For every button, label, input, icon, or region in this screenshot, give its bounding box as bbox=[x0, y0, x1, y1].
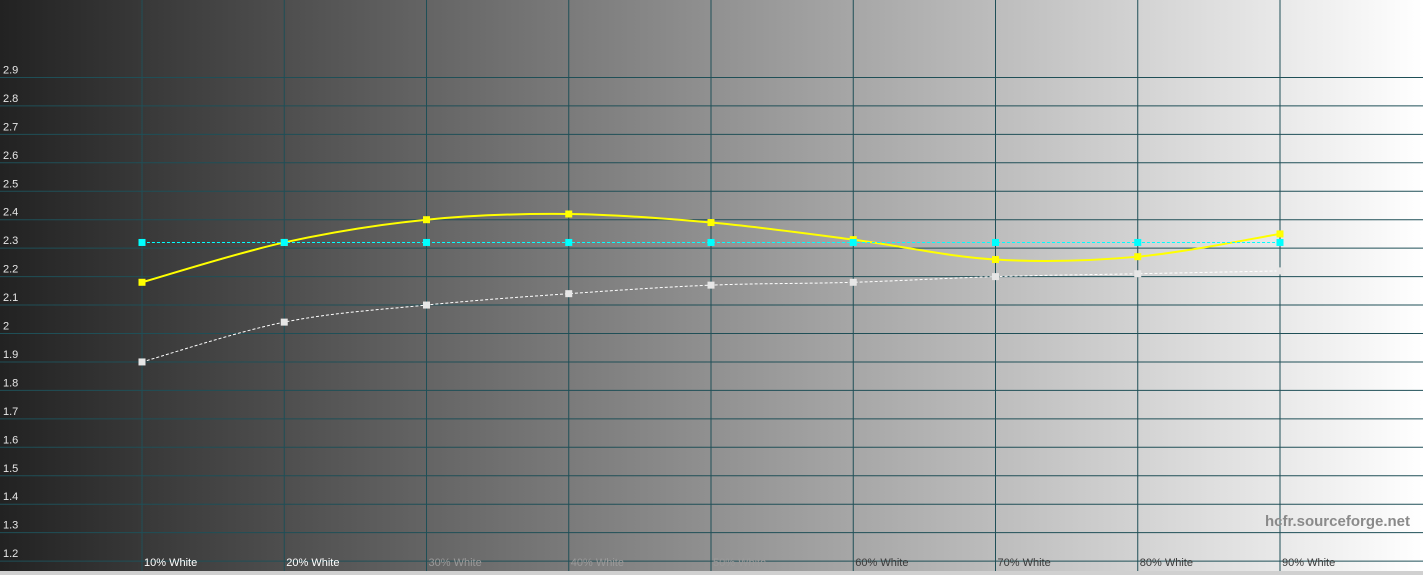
series-point bbox=[138, 238, 146, 246]
y-tick-label: 2.9 bbox=[3, 64, 18, 76]
series-point bbox=[707, 281, 715, 289]
watermark-text: hcfr.sourceforge.net bbox=[1265, 513, 1410, 530]
y-tick-label: 1.3 bbox=[3, 520, 18, 532]
x-tick-label: 10% White bbox=[144, 557, 197, 569]
series-point bbox=[849, 238, 857, 246]
y-tick-label: 1.4 bbox=[3, 491, 18, 503]
y-tick-label: 1.7 bbox=[3, 406, 18, 418]
y-tick-label: 2 bbox=[3, 321, 9, 333]
series-point bbox=[707, 219, 715, 227]
y-tick-label: 1.9 bbox=[3, 349, 18, 361]
series-point bbox=[138, 358, 146, 366]
series-point bbox=[280, 318, 288, 326]
series-point bbox=[849, 278, 857, 286]
y-tick-label: 2.8 bbox=[3, 93, 18, 105]
series-point bbox=[138, 278, 146, 286]
y-tick-label: 1.8 bbox=[3, 377, 18, 389]
x-tick-label: 80% White bbox=[1140, 557, 1193, 569]
x-tick-label: 50% White bbox=[713, 557, 766, 569]
series-point bbox=[1134, 253, 1142, 261]
series-point bbox=[1276, 230, 1284, 238]
series-point bbox=[423, 301, 430, 309]
series-point bbox=[565, 290, 573, 298]
x-tick-label: 20% White bbox=[286, 557, 339, 569]
series-point bbox=[1276, 238, 1284, 246]
series-point bbox=[992, 256, 999, 264]
y-tick-label: 2.4 bbox=[3, 207, 18, 219]
series-point bbox=[565, 238, 573, 246]
x-tick-label: 60% White bbox=[855, 557, 908, 569]
x-tick-label: 30% White bbox=[429, 557, 482, 569]
series-point bbox=[280, 238, 288, 246]
y-tick-label: 2.2 bbox=[3, 264, 18, 276]
x-tick-label: 90% White bbox=[1282, 557, 1335, 569]
y-tick-label: 2.1 bbox=[3, 292, 18, 304]
bottom-bar bbox=[0, 571, 1423, 575]
series-point bbox=[423, 216, 430, 224]
series-point bbox=[1134, 270, 1142, 278]
series-point bbox=[992, 238, 999, 246]
y-tick-label: 2.3 bbox=[3, 235, 18, 247]
y-tick-label: 1.5 bbox=[3, 463, 18, 475]
y-tick-label: 2.7 bbox=[3, 121, 18, 133]
series-point bbox=[565, 210, 573, 218]
chart-svg: 1.11.21.31.41.51.61.71.81.922.12.22.32.4… bbox=[0, 0, 1423, 575]
series-point bbox=[1134, 238, 1142, 246]
gamma-chart: 1.11.21.31.41.51.61.71.81.922.12.22.32.4… bbox=[0, 0, 1423, 575]
y-tick-label: 2.5 bbox=[3, 178, 18, 190]
series-point bbox=[992, 273, 999, 281]
x-tick-label: 70% White bbox=[998, 557, 1051, 569]
x-tick-label: 40% White bbox=[571, 557, 624, 569]
y-tick-label: 2.6 bbox=[3, 150, 18, 162]
x-axis-ticks: 10% White 20% White 30% White 40% White 50% … bbox=[144, 557, 1335, 569]
y-tick-label: 1.6 bbox=[3, 434, 18, 446]
series-point bbox=[423, 238, 430, 246]
series-point bbox=[707, 238, 715, 246]
y-tick-label: 1.2 bbox=[3, 548, 18, 560]
series-point bbox=[1276, 267, 1284, 275]
